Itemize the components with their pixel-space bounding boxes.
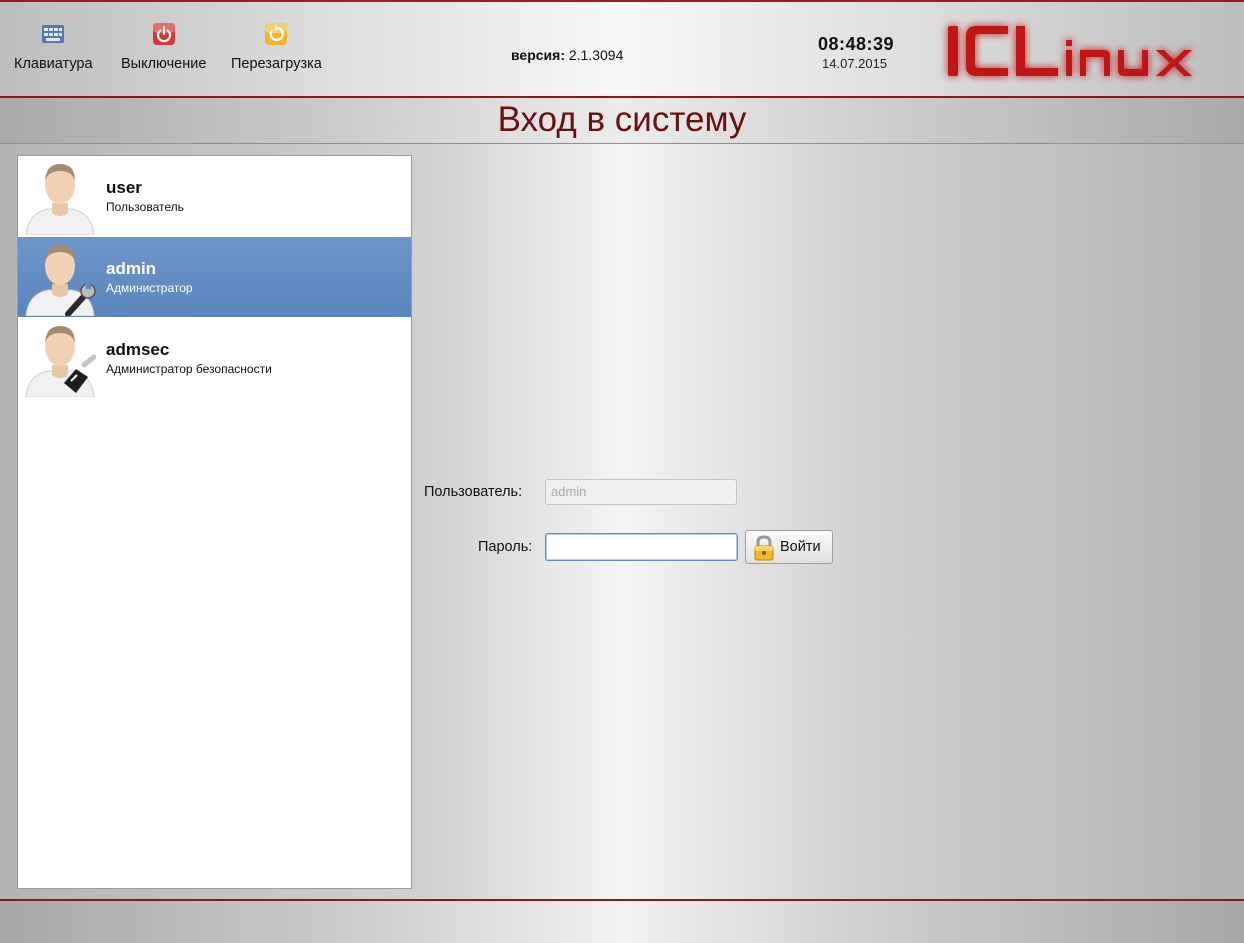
shutdown-button[interactable]: Выключение (121, 22, 206, 72)
keyboard-button[interactable]: Клавиатура (14, 22, 93, 72)
user-role: Пользователь (106, 200, 184, 214)
username-label: Пользователь: (424, 484, 523, 500)
login-button[interactable]: Войти (745, 530, 833, 564)
reboot-button[interactable]: Перезагрузка (231, 22, 322, 72)
iclinux-logo (948, 26, 1192, 76)
user-name: admsec (106, 340, 170, 359)
reboot-icon (265, 23, 288, 45)
user-name: admin (106, 259, 157, 278)
lock-icon (754, 535, 774, 561)
version-label: версия: (511, 47, 565, 63)
user-name: user (106, 178, 142, 197)
user-avatar-icon (25, 164, 95, 235)
version-info: версия: 2.1.3094 (511, 47, 623, 63)
bottom-bar (0, 901, 1244, 943)
password-label: Пароль: (478, 539, 533, 555)
username-field: admin (545, 479, 737, 505)
user-list-item-user[interactable]: user Пользователь (18, 156, 411, 236)
admin-avatar-icon (25, 245, 96, 316)
clock-time: 08:48:39 (818, 34, 895, 54)
page-title: Вход в систему (497, 100, 747, 139)
reboot-label: Перезагрузка (231, 56, 322, 72)
password-input[interactable] (545, 533, 738, 561)
user-list-item-admsec[interactable]: admsec Администратор безопасности (18, 318, 411, 398)
user-list-item-admin[interactable]: admin Администратор (18, 237, 411, 317)
shutdown-label: Выключение (121, 56, 207, 72)
version-value: 2.1.3094 (568, 47, 624, 63)
login-button-label: Войти (780, 539, 821, 555)
power-icon (152, 23, 175, 45)
user-list: user Пользователь admin Администратор ad… (17, 155, 412, 889)
keyboard-icon (42, 25, 65, 43)
keyboard-label: Клавиатура (14, 56, 93, 72)
user-role: Администратор (106, 281, 193, 295)
user-role: Администратор безопасности (106, 362, 272, 376)
clock-date: 14.07.2015 (822, 56, 888, 71)
admsec-avatar-icon (25, 326, 96, 397)
